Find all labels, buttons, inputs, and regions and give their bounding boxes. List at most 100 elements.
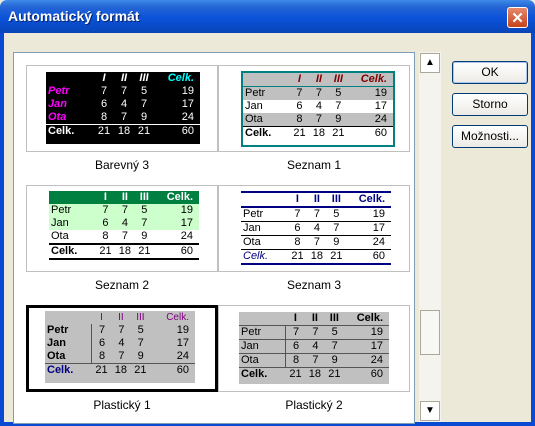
cell: 8 bbox=[102, 230, 109, 242]
format-caption: Seznam 2 bbox=[94, 278, 150, 292]
cell: Petr bbox=[47, 324, 69, 336]
cell: 24 bbox=[374, 113, 387, 125]
cell: 5 bbox=[331, 326, 338, 338]
format-tile-plasticky-2[interactable]: I II III Celk. Petr 7 7 5 19 Jan 6 4 7 1… bbox=[218, 305, 410, 415]
cell: 7 bbox=[315, 87, 322, 99]
cell: 21 bbox=[134, 364, 147, 376]
cancel-button[interactable]: Storno bbox=[452, 93, 528, 116]
format-gallery: I II III Celk. Petr 7 7 5 19 Jan 6 4 7 1… bbox=[13, 52, 415, 424]
cell: 4 bbox=[118, 337, 125, 349]
cell: I bbox=[293, 312, 297, 324]
options-button[interactable]: Možnosti... bbox=[452, 125, 528, 148]
dialog-title: Automatický formát bbox=[8, 8, 140, 24]
cell: 7 bbox=[120, 111, 128, 123]
cell: 5 bbox=[140, 85, 148, 97]
cell: 9 bbox=[331, 354, 338, 366]
cell: Ota bbox=[245, 113, 263, 125]
scroll-thumb[interactable] bbox=[420, 310, 440, 355]
cell: Celk. bbox=[243, 250, 269, 262]
cell: 4 bbox=[312, 340, 319, 352]
cell: 17 bbox=[181, 98, 194, 110]
cell: 9 bbox=[333, 236, 340, 248]
format-caption: Seznam 3 bbox=[286, 278, 342, 292]
cell: 8 bbox=[285, 354, 305, 367]
cell: Petr bbox=[48, 85, 70, 97]
cell: III bbox=[331, 193, 341, 205]
cell: 4 bbox=[313, 222, 320, 234]
cell: 17 bbox=[176, 337, 189, 349]
cell: I bbox=[100, 312, 103, 323]
cell: 6 bbox=[102, 217, 109, 229]
cell: 60 bbox=[180, 245, 193, 257]
cell: Jan bbox=[48, 98, 67, 110]
scroll-down-icon[interactable]: ▼ bbox=[420, 401, 440, 421]
close-icon[interactable]: ✕ bbox=[507, 7, 528, 28]
cell: 18 bbox=[308, 368, 322, 380]
cell: 4 bbox=[120, 98, 128, 110]
cell: 21 bbox=[330, 250, 343, 262]
cell: 5 bbox=[335, 87, 342, 99]
cell: Ota bbox=[51, 230, 69, 242]
window-frame-left bbox=[0, 33, 4, 426]
cell: Jan bbox=[51, 217, 69, 229]
cell: 17 bbox=[374, 100, 387, 112]
cell: Celk. bbox=[47, 364, 74, 376]
cell: Celk. bbox=[166, 312, 189, 323]
cell: 60 bbox=[374, 127, 387, 139]
cell: I bbox=[103, 191, 107, 203]
cell: 24 bbox=[180, 230, 193, 242]
cell: 19 bbox=[181, 85, 194, 97]
scroll-up-icon[interactable]: ▲ bbox=[420, 53, 440, 73]
format-preview: I II III Celk. Petr 7 7 5 19 Jan 6 4 7 1… bbox=[218, 305, 410, 392]
cell: 21 bbox=[293, 127, 306, 139]
format-tile-seznam-1[interactable]: I II III Celk. Petr 7 7 5 19 Jan 6 4 7 1… bbox=[218, 65, 410, 175]
cell: 21 bbox=[99, 245, 112, 257]
cell: 6 bbox=[294, 222, 301, 234]
cell: Jan bbox=[245, 100, 263, 112]
cell: II bbox=[313, 193, 320, 205]
cell: 21 bbox=[332, 127, 345, 139]
cell: 60 bbox=[370, 368, 383, 380]
format-caption: Barevný 3 bbox=[94, 158, 150, 172]
cell: 7 bbox=[121, 230, 128, 242]
ok-button[interactable]: OK bbox=[452, 61, 528, 84]
format-caption: Plastický 1 bbox=[93, 398, 151, 412]
cell bbox=[239, 312, 286, 325]
cell: II bbox=[121, 191, 128, 203]
cell: I bbox=[102, 72, 106, 84]
cell: 24 bbox=[370, 354, 383, 366]
cell: Celk. bbox=[360, 73, 387, 85]
cell: II bbox=[118, 312, 124, 323]
gallery-scrollbar[interactable]: ▲ ▼ bbox=[419, 52, 441, 422]
cell: II bbox=[120, 72, 128, 84]
cell: 7 bbox=[91, 324, 111, 337]
cell: 6 bbox=[100, 98, 108, 110]
cell: 17 bbox=[180, 217, 193, 229]
cell: 8 bbox=[100, 111, 108, 123]
cell: 7 bbox=[121, 204, 128, 216]
cell: 19 bbox=[372, 208, 385, 220]
format-tile-seznam-2[interactable]: I II III Celk. Petr 7 7 5 19 Jan 6 4 7 1… bbox=[26, 185, 218, 295]
format-preview: I II III Celk. Petr 7 7 5 19 Jan 6 4 7 1… bbox=[218, 65, 410, 152]
cell: 7 bbox=[331, 340, 338, 352]
cell: 21 bbox=[97, 125, 111, 137]
cell: III bbox=[333, 73, 343, 85]
cell: 9 bbox=[141, 230, 148, 242]
format-tile-plasticky-1[interactable]: I II III Celk. Petr 7 7 5 19 Jan 6 4 7 1… bbox=[26, 305, 218, 415]
cell: I bbox=[297, 73, 301, 85]
format-tile-barevny-3[interactable]: I II III Celk. Petr 7 7 5 19 Jan 6 4 7 1… bbox=[26, 65, 218, 175]
cell: 24 bbox=[181, 111, 194, 123]
cell: 7 bbox=[335, 100, 342, 112]
format-preview: I II III Celk. Petr 7 7 5 19 Jan 6 4 7 1… bbox=[26, 185, 218, 272]
format-tile-seznam-3[interactable]: I II III Celk. Petr 7 7 5 19 Jan 6 4 7 1… bbox=[218, 185, 410, 295]
cell bbox=[241, 193, 288, 206]
window-frame-right bbox=[531, 33, 535, 426]
cell: 17 bbox=[370, 340, 383, 352]
title-bar[interactable]: Automatický formát ✕ bbox=[0, 0, 535, 33]
cell: 8 bbox=[91, 350, 111, 363]
cell: 5 bbox=[137, 324, 144, 336]
cell: Jan bbox=[47, 337, 66, 349]
cell: 19 bbox=[374, 87, 387, 99]
cell: 60 bbox=[176, 364, 189, 376]
cell: 7 bbox=[137, 337, 144, 349]
